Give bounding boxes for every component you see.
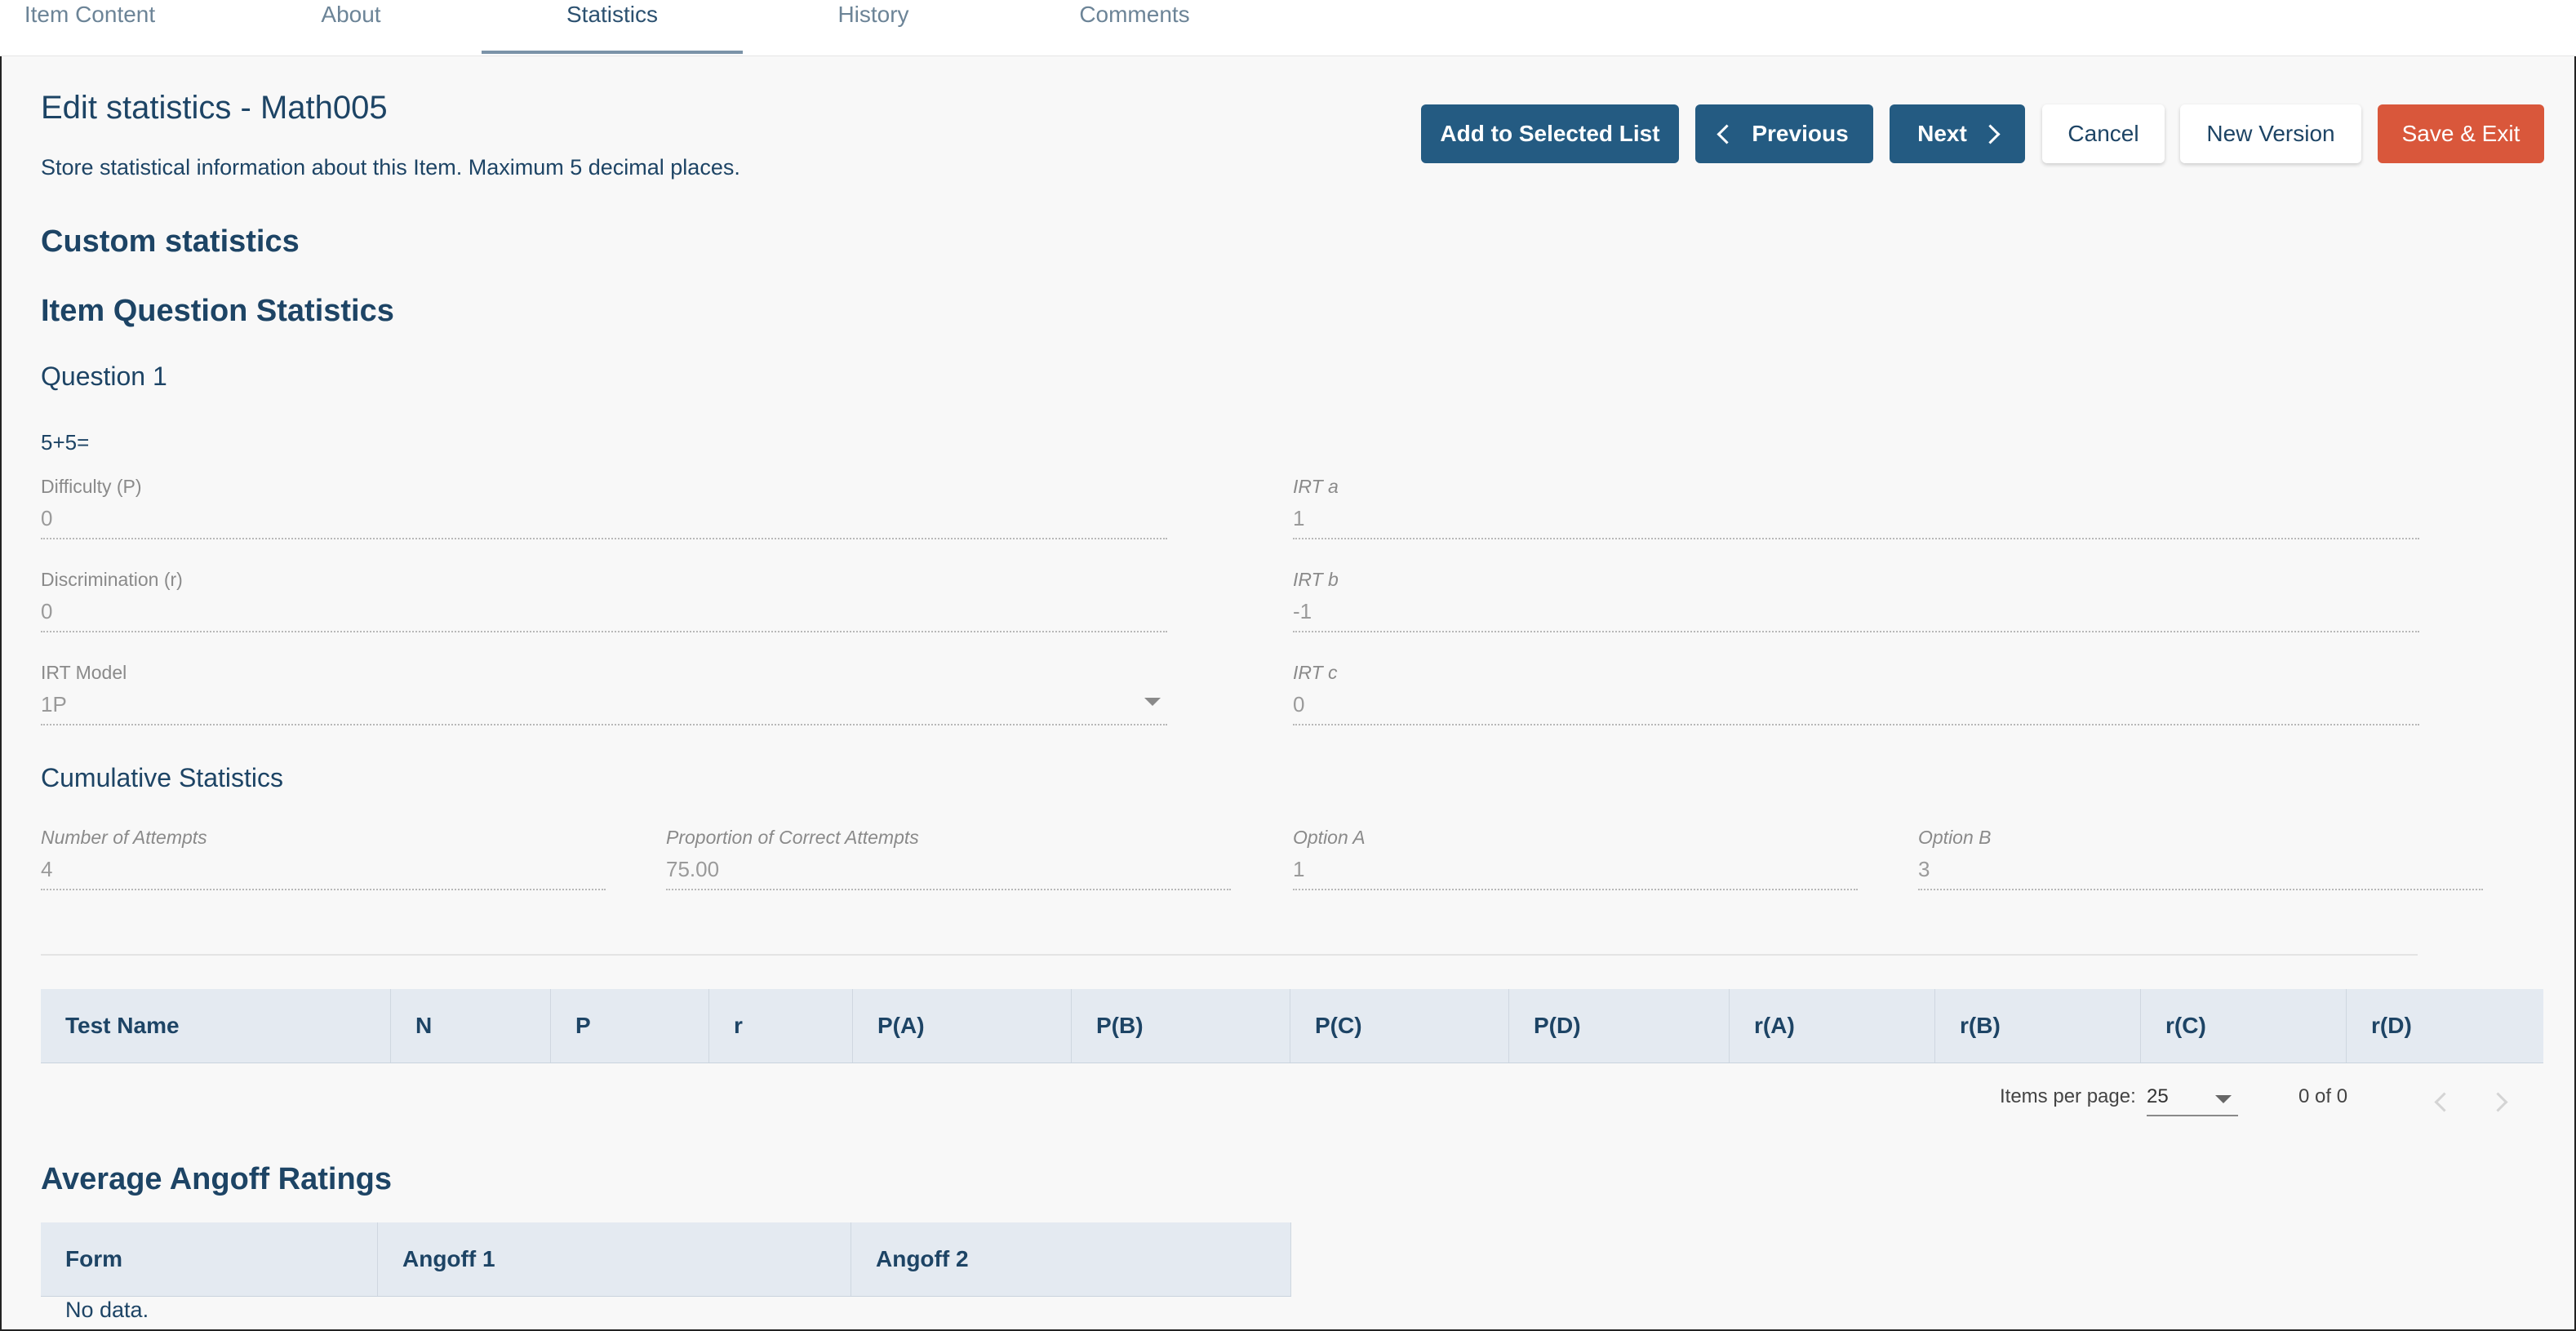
- section-divider: [41, 954, 2418, 956]
- save-exit-label: Save & Exit: [2401, 121, 2520, 146]
- dropdown-arrow-icon: [1144, 698, 1161, 706]
- column-header[interactable]: N: [390, 989, 550, 1063]
- dropdown-arrow-icon: [2215, 1095, 2232, 1103]
- tab-comments[interactable]: Comments: [1020, 0, 1249, 55]
- next-label: Next: [1917, 121, 1967, 146]
- column-header[interactable]: P(A): [852, 989, 1071, 1063]
- previous-button[interactable]: Previous: [1695, 104, 1873, 163]
- column-header[interactable]: P: [550, 989, 708, 1063]
- tab-about[interactable]: About: [269, 0, 433, 55]
- number-of-attempts-field: Number of Attempts 4: [41, 827, 606, 890]
- irt-c-input[interactable]: 0: [1293, 692, 2419, 725]
- difficulty-field[interactable]: Difficulty (P) 0: [41, 476, 1167, 539]
- page-title: Edit statistics - Math005: [41, 90, 388, 126]
- page-subtitle: Store statistical information about this…: [41, 155, 740, 180]
- tab-history[interactable]: History: [767, 0, 979, 55]
- items-per-page-select[interactable]: 25: [2147, 1085, 2238, 1116]
- irt-c-field[interactable]: IRT c 0: [1293, 662, 2419, 725]
- column-header[interactable]: Angoff 2: [851, 1222, 1291, 1296]
- column-header[interactable]: Angoff 1: [377, 1222, 851, 1296]
- new-version-button[interactable]: New Version: [2180, 104, 2361, 163]
- column-header[interactable]: Test Name: [41, 989, 390, 1063]
- discrimination-label: Discrimination (r): [41, 569, 183, 590]
- chevron-right-icon: [1980, 123, 2001, 144]
- column-header[interactable]: r(B): [1934, 989, 2140, 1063]
- number-of-attempts-value: 4: [41, 857, 606, 890]
- proportion-correct-label: Proportion of Correct Attempts: [666, 827, 919, 848]
- items-per-page-value: 25: [2147, 1085, 2169, 1107]
- angoff-empty-message: No data.: [65, 1298, 149, 1322]
- irt-model-value[interactable]: 1P: [41, 692, 1167, 725]
- proportion-correct-value: 75.00: [666, 857, 1231, 890]
- difficulty-input[interactable]: 0: [41, 506, 1167, 539]
- chevron-left-icon: [1717, 123, 1737, 144]
- irt-a-input[interactable]: 1: [1293, 506, 2419, 539]
- item-question-statistics-heading: Item Question Statistics: [41, 294, 394, 328]
- column-header[interactable]: r(D): [2346, 989, 2543, 1063]
- tab-bar: Item Content About Statistics History Co…: [0, 0, 2576, 56]
- irt-a-field[interactable]: IRT a 1: [1293, 476, 2419, 539]
- irt-b-label: IRT b: [1293, 569, 1339, 590]
- new-version-label: New Version: [2206, 121, 2335, 146]
- column-header[interactable]: P(C): [1290, 989, 1508, 1063]
- proportion-correct-field: Proportion of Correct Attempts 75.00: [666, 827, 1231, 890]
- discrimination-field[interactable]: Discrimination (r) 0: [41, 569, 1167, 632]
- column-header[interactable]: r: [708, 989, 852, 1063]
- column-header[interactable]: r(C): [2140, 989, 2346, 1063]
- irt-b-field[interactable]: IRT b -1: [1293, 569, 2419, 632]
- irt-model-label: IRT Model: [41, 662, 127, 683]
- add-to-selected-list-button[interactable]: Add to Selected List: [1421, 104, 1679, 163]
- angoff-table-header: Form Angoff 1 Angoff 2: [41, 1222, 1291, 1297]
- column-header[interactable]: P(D): [1508, 989, 1729, 1063]
- add-to-selected-list-label: Add to Selected List: [1440, 121, 1660, 146]
- previous-label: Previous: [1752, 121, 1849, 146]
- save-exit-button[interactable]: Save & Exit: [2378, 104, 2544, 163]
- irt-c-label: IRT c: [1293, 662, 1338, 683]
- average-angoff-heading: Average Angoff Ratings: [41, 1162, 393, 1196]
- irt-b-input[interactable]: -1: [1293, 599, 2419, 632]
- column-header[interactable]: Form: [41, 1222, 377, 1296]
- option-b-label: Option B: [1918, 827, 1992, 848]
- number-of-attempts-label: Number of Attempts: [41, 827, 207, 848]
- difficulty-label: Difficulty (P): [41, 476, 142, 497]
- option-b-field: Option B 3: [1918, 827, 2483, 890]
- option-a-label: Option A: [1293, 827, 1366, 848]
- tab-item-content[interactable]: Item Content: [16, 0, 163, 55]
- column-header[interactable]: r(A): [1729, 989, 1934, 1063]
- pagination-range: 0 of 0: [2298, 1085, 2348, 1107]
- cancel-label: Cancel: [2067, 121, 2139, 146]
- items-per-page-label: Items per page:: [2000, 1085, 2136, 1107]
- cumulative-statistics-heading: Cumulative Statistics: [41, 763, 283, 792]
- question-heading: Question 1: [41, 362, 167, 391]
- test-stats-table-header: Test Name N P r P(A) P(B) P(C) P(D) r(A)…: [41, 989, 2543, 1063]
- option-a-field: Option A 1: [1293, 827, 1858, 890]
- tab-statistics[interactable]: Statistics: [482, 0, 743, 55]
- active-tab-indicator: [482, 51, 743, 54]
- column-header[interactable]: P(B): [1071, 989, 1290, 1063]
- next-button[interactable]: Next: [1890, 104, 2025, 163]
- irt-model-select[interactable]: IRT Model 1P: [41, 662, 1167, 725]
- cancel-button[interactable]: Cancel: [2042, 104, 2165, 163]
- question-text: 5+5=: [41, 430, 90, 455]
- option-b-value: 3: [1918, 857, 2483, 890]
- discrimination-input[interactable]: 0: [41, 599, 1167, 632]
- option-a-value: 1: [1293, 857, 1858, 890]
- custom-statistics-heading: Custom statistics: [41, 224, 300, 259]
- irt-a-label: IRT a: [1293, 476, 1339, 497]
